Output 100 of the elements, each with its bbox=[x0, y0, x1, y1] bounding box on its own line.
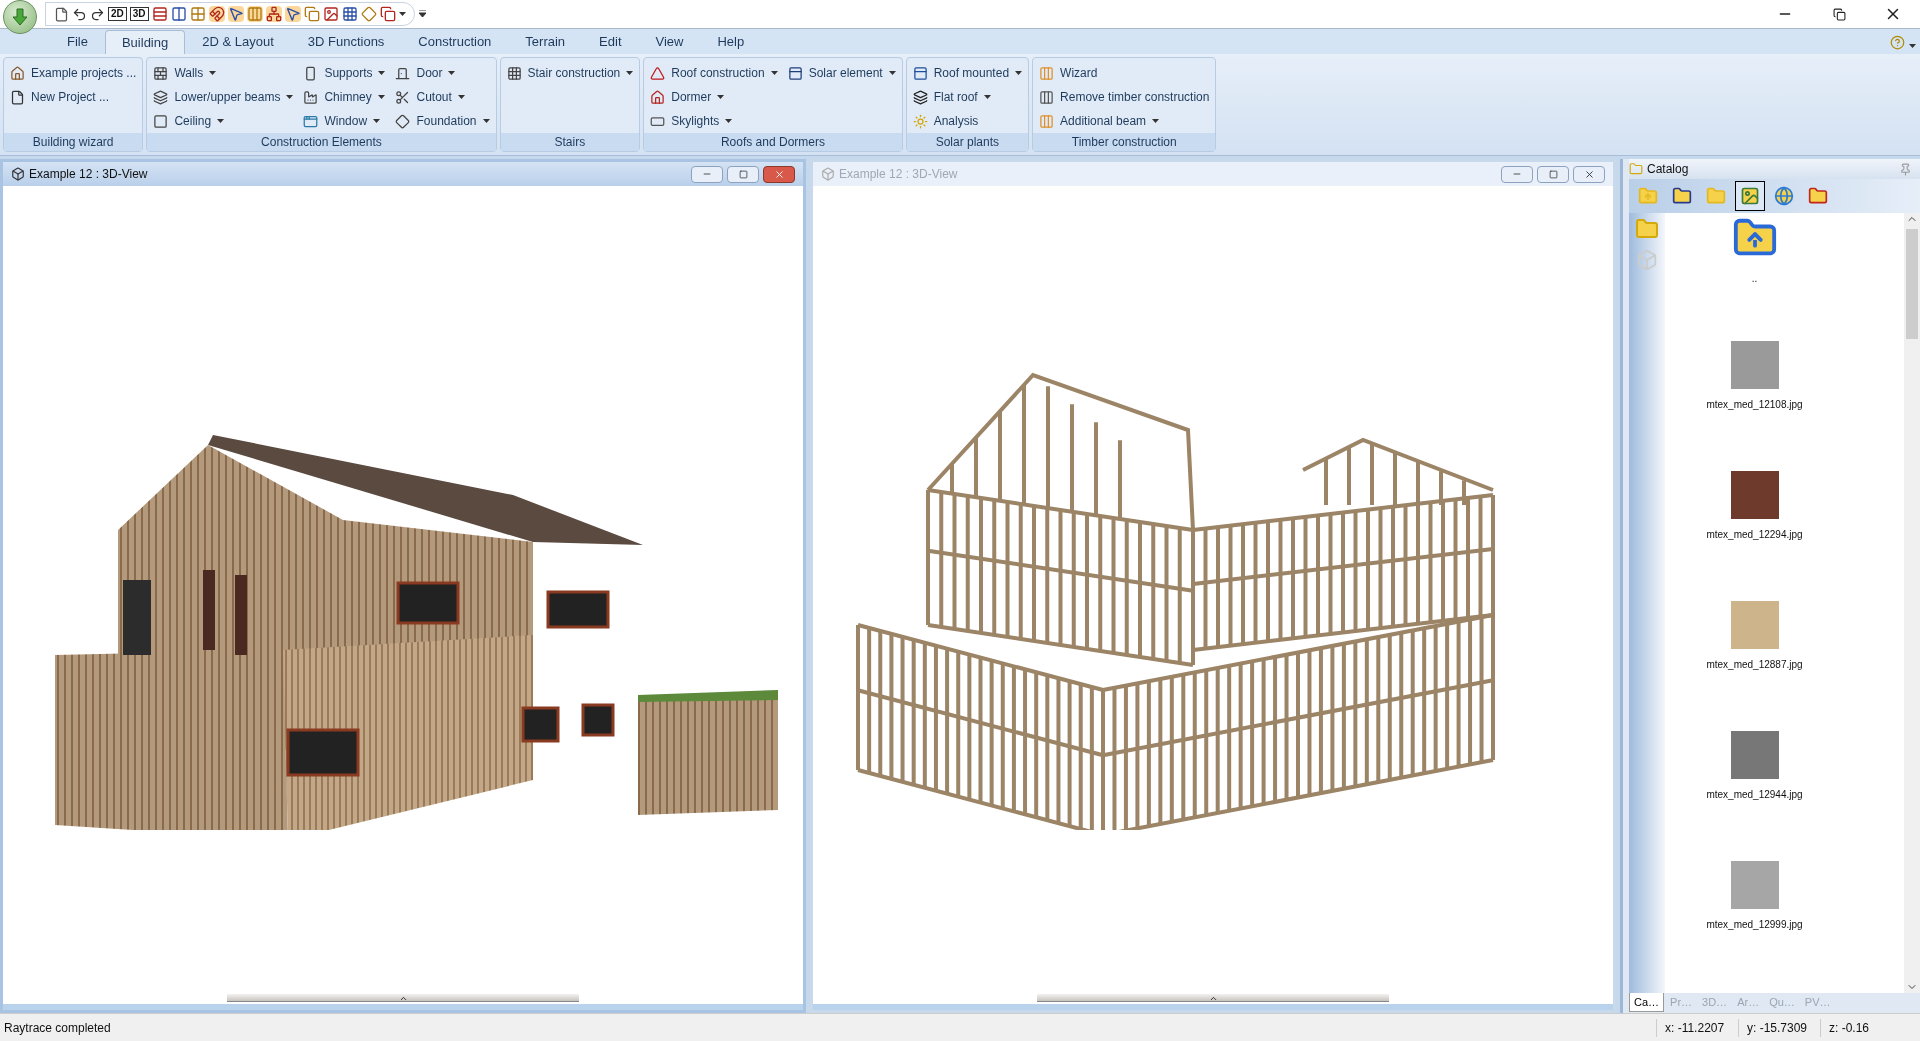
layers-icon bbox=[153, 89, 169, 105]
ribbon-button[interactable]: Flat roof bbox=[912, 86, 1023, 108]
ribbon-button[interactable]: Wizard bbox=[1039, 62, 1210, 84]
nodes-icon[interactable] bbox=[265, 6, 282, 22]
ribbon-button[interactable]: Ceiling bbox=[153, 110, 294, 132]
ribbon-button[interactable]: Foundation bbox=[395, 110, 490, 132]
rows-icon[interactable] bbox=[151, 6, 168, 22]
folder-icon bbox=[1808, 186, 1828, 206]
menu-tab[interactable]: 3D Functions bbox=[290, 30, 402, 54]
texture-thumbnail[interactable] bbox=[1730, 861, 1779, 909]
caret-icon bbox=[717, 95, 725, 99]
pin-icon[interactable] bbox=[1899, 162, 1912, 176]
grid-icon[interactable] bbox=[341, 6, 358, 22]
image-icon[interactable] bbox=[322, 6, 339, 22]
house-icon bbox=[650, 89, 666, 105]
ribbon-button[interactable]: Chimney bbox=[303, 86, 386, 108]
texture-thumbnail[interactable] bbox=[1730, 471, 1779, 519]
minimize-button[interactable] bbox=[691, 165, 723, 183]
redo-icon[interactable] bbox=[90, 6, 105, 22]
diamond-icon[interactable] bbox=[360, 6, 377, 22]
texture-label: mtex_med_12944.jpg bbox=[1706, 788, 1803, 802]
texture-thumbnail[interactable] bbox=[1730, 731, 1779, 779]
help-icon[interactable] bbox=[1890, 35, 1905, 50]
view-mode-button[interactable]: 3D bbox=[129, 7, 149, 21]
folder-icon bbox=[1706, 186, 1726, 206]
copy-icon[interactable] bbox=[303, 6, 320, 22]
menu-tab[interactable]: File bbox=[50, 30, 105, 54]
ribbon-button[interactable]: Dormer bbox=[650, 86, 778, 108]
minimize-button[interactable] bbox=[1501, 165, 1533, 183]
restore-button[interactable] bbox=[727, 165, 759, 183]
restore-icon bbox=[738, 169, 748, 179]
ribbon-button[interactable]: Door bbox=[395, 62, 490, 84]
ribbon-button[interactable]: Lower/upper beams bbox=[153, 86, 294, 108]
restore-icon[interactable] bbox=[1833, 7, 1846, 21]
ribbon-button[interactable]: Walls bbox=[153, 62, 294, 84]
texture-thumbnail[interactable] bbox=[1730, 601, 1779, 649]
restore-icon bbox=[1548, 169, 1558, 179]
ribbon-button[interactable]: Stair construction bbox=[506, 62, 634, 84]
wall-icon bbox=[153, 65, 169, 81]
caret-icon bbox=[626, 71, 634, 75]
ribbon-button[interactable]: Roof mounted bbox=[912, 62, 1023, 84]
chimney-icon bbox=[303, 89, 319, 105]
menu-tab[interactable]: Construction bbox=[401, 30, 509, 54]
ribbon-button[interactable]: Supports bbox=[303, 62, 386, 84]
ribbon-button[interactable]: Remove timber construction bbox=[1039, 86, 1210, 108]
caret-icon bbox=[457, 95, 465, 99]
coordinate-z: z: -0.16 bbox=[1820, 1018, 1920, 1037]
diamond-icon bbox=[395, 113, 411, 129]
scrollbar-thumb[interactable] bbox=[227, 994, 579, 1002]
ribbon-group-label: Construction Elements bbox=[147, 133, 496, 151]
scrollbar-thumb[interactable] bbox=[1906, 229, 1918, 339]
ribbon-group-label: Stairs bbox=[500, 133, 640, 151]
cube-icon bbox=[11, 167, 25, 181]
coordinate-y: y: -15.7309 bbox=[1738, 1018, 1820, 1037]
beams-icon[interactable] bbox=[246, 6, 263, 22]
new-file-icon[interactable] bbox=[54, 6, 69, 22]
layers-icon bbox=[912, 89, 928, 105]
cursor-icon[interactable] bbox=[227, 6, 244, 22]
caret-icon bbox=[770, 71, 778, 75]
copy-icon[interactable] bbox=[379, 6, 396, 22]
ribbon-button[interactable]: Example projects ... bbox=[10, 62, 137, 84]
close-button[interactable] bbox=[763, 165, 795, 183]
view-title: Example 12 : 3D-View bbox=[29, 166, 148, 183]
panel-tab[interactable]: Ca… bbox=[1629, 993, 1665, 1012]
caret-icon bbox=[1015, 71, 1023, 75]
grid-icon[interactable] bbox=[189, 6, 206, 22]
ribbon-button[interactable]: New Project ... bbox=[10, 86, 137, 108]
folder-icon bbox=[1672, 186, 1692, 206]
ribbon-button[interactable]: Cutout bbox=[395, 86, 490, 108]
menu-tab[interactable]: Building bbox=[104, 30, 186, 54]
scissors-icon bbox=[395, 89, 411, 105]
cursor-icon[interactable] bbox=[284, 6, 301, 22]
ribbon-button[interactable]: Solar element bbox=[787, 62, 896, 84]
restore-button[interactable] bbox=[1537, 165, 1569, 183]
menu-tab[interactable]: Terrain bbox=[508, 30, 583, 54]
ribbon-button[interactable]: Additional beam bbox=[1039, 110, 1210, 132]
view-mode-button[interactable]: 2D bbox=[108, 7, 127, 21]
ribbon-button[interactable]: Roof construction bbox=[650, 62, 778, 84]
folder-icon bbox=[1638, 186, 1658, 206]
menu-tab[interactable]: Help bbox=[700, 30, 762, 54]
close-button[interactable] bbox=[1573, 165, 1605, 183]
app-menu-button[interactable] bbox=[3, 0, 37, 34]
undo-icon[interactable] bbox=[72, 6, 87, 22]
customize-caret-icon[interactable] bbox=[418, 10, 426, 18]
columns-icon[interactable] bbox=[170, 6, 187, 22]
texture-label: mtex_med_12294.jpg bbox=[1706, 528, 1803, 542]
status-message: Raytrace completed bbox=[3, 1019, 112, 1037]
menu-tab[interactable]: Edit bbox=[582, 30, 639, 54]
ribbon-button[interactable]: Skylights bbox=[650, 110, 778, 132]
slab-icon bbox=[153, 113, 169, 129]
scrollbar-thumb[interactable] bbox=[1037, 994, 1389, 1002]
menu-tab[interactable]: 2D & Layout bbox=[185, 30, 291, 54]
menu-tab[interactable]: View bbox=[638, 30, 701, 54]
texture-thumbnail[interactable] bbox=[1730, 341, 1779, 389]
file-icon bbox=[10, 89, 25, 105]
magnet-icon[interactable] bbox=[208, 6, 225, 22]
ribbon-button[interactable]: Analysis bbox=[912, 110, 1023, 132]
caret-icon bbox=[448, 71, 456, 75]
catalog-toolbar-button[interactable] bbox=[1735, 181, 1765, 211]
ribbon-button[interactable]: Window bbox=[303, 110, 386, 132]
